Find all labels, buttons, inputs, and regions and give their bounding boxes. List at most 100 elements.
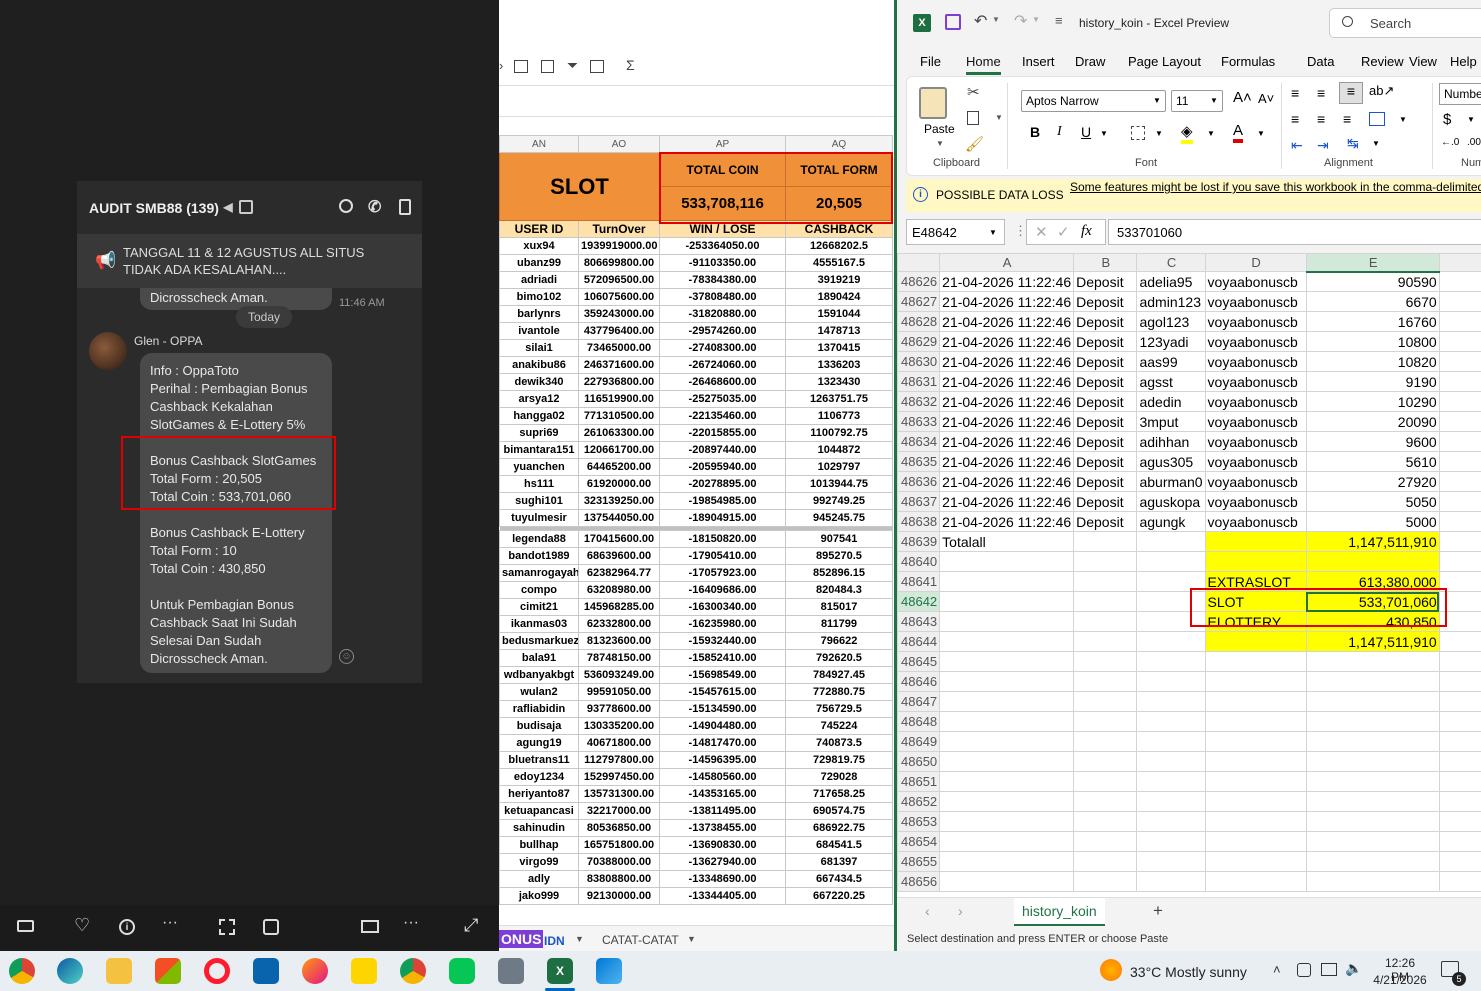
cell[interactable] <box>1073 651 1138 672</box>
row-header[interactable]: 48644 <box>897 631 941 652</box>
cell[interactable]: 16760 <box>1305 311 1440 332</box>
table-cell[interactable]: 1939919000.00 <box>578 237 660 255</box>
table-cell[interactable]: bedusmarkuez <box>499 632 579 650</box>
chevron-down-icon[interactable]: ▼ <box>1032 15 1040 24</box>
cell[interactable] <box>1136 671 1206 692</box>
cell[interactable]: Deposit <box>1073 451 1138 472</box>
add-sheet-icon[interactable]: + <box>1153 901 1163 921</box>
cell[interactable] <box>1204 551 1307 572</box>
row-header[interactable]: 48654 <box>897 831 941 852</box>
cell[interactable] <box>1204 631 1307 652</box>
table-cell[interactable]: -22015855.00 <box>659 424 786 442</box>
chevron-down-icon[interactable]: ▼ <box>992 15 1000 24</box>
cell[interactable]: agus305 <box>1136 451 1206 472</box>
cell[interactable]: 5050 <box>1305 491 1440 512</box>
row-header[interactable]: 48637 <box>897 491 941 512</box>
table-cell[interactable]: 170415600.00 <box>578 530 660 548</box>
table-cell[interactable]: 717658.25 <box>785 785 893 803</box>
table-cell[interactable]: 63208980.00 <box>578 581 660 599</box>
chevron-up-icon[interactable]: ˄ <box>1273 962 1281 977</box>
row-header[interactable]: 48640 <box>897 551 941 572</box>
tab-home[interactable]: Home <box>966 54 1001 75</box>
table-cell[interactable]: 152997450.00 <box>578 768 660 786</box>
increase-indent-icon[interactable]: ⇥ <box>1317 137 1329 154</box>
table-cell[interactable]: -14596395.00 <box>659 751 786 769</box>
table-cell[interactable]: ubanz99 <box>499 254 579 272</box>
row-header[interactable]: 48630 <box>897 351 941 372</box>
cell[interactable] <box>1073 631 1138 652</box>
align-right-icon[interactable]: ≡ <box>1343 111 1351 127</box>
table-cell[interactable]: 40671800.00 <box>578 734 660 752</box>
table-cell[interactable]: sughi101 <box>499 492 579 510</box>
edge-icon[interactable] <box>57 958 83 984</box>
table-cell[interactable]: 945245.75 <box>785 509 893 527</box>
cell[interactable]: 6670 <box>1305 291 1440 312</box>
decimal-icon[interactable]: .00 <box>1467 137 1481 148</box>
col-header[interactable]: AP <box>659 135 786 153</box>
row-header[interactable]: 48627 <box>897 291 941 312</box>
table-cell[interactable]: -15457615.00 <box>659 683 786 701</box>
cell[interactable] <box>1305 851 1440 872</box>
table-cell[interactable]: 227936800.00 <box>578 373 660 391</box>
cell[interactable] <box>939 791 1075 812</box>
sheet-tab-active[interactable]: history_koin <box>1014 898 1105 926</box>
cell[interactable]: 21-04-2026 11:22:46 <box>939 371 1075 392</box>
table-cell[interactable]: 323139250.00 <box>578 492 660 510</box>
cell[interactable] <box>1438 831 1481 852</box>
pinned-announcement[interactable]: 📢 TANGGAL 11 & 12 AGUSTUS ALL SITUS TIDA… <box>77 234 422 288</box>
cell[interactable] <box>1305 751 1440 772</box>
table-cell[interactable]: hs111 <box>499 475 579 493</box>
cell[interactable]: 21-04-2026 11:22:46 <box>939 291 1075 312</box>
calculator-icon[interactable] <box>498 958 524 984</box>
avatar[interactable] <box>89 332 127 370</box>
chevron-down-icon[interactable]: ▼ <box>1467 115 1475 124</box>
cell[interactable] <box>1073 771 1138 792</box>
table-cell[interactable]: -16409686.00 <box>659 581 786 599</box>
cell[interactable] <box>939 651 1075 672</box>
cell[interactable] <box>1438 811 1481 832</box>
cell[interactable]: voyaabonuscb <box>1204 331 1307 352</box>
table-cell[interactable]: jako999 <box>499 887 579 905</box>
cell[interactable]: 1,147,511,910 <box>1305 531 1440 552</box>
cell[interactable]: 10820 <box>1305 351 1440 372</box>
table-cell[interactable]: -17905410.00 <box>659 547 786 565</box>
more-options-icon[interactable]: ··· <box>403 914 419 932</box>
decrease-indent-icon[interactable]: ⇤ <box>1291 137 1303 154</box>
cell[interactable]: Deposit <box>1073 411 1138 432</box>
col-header[interactable]: C <box>1136 253 1206 272</box>
table-cell[interactable]: 70388000.00 <box>578 853 660 871</box>
cell[interactable]: 21-04-2026 11:22:46 <box>939 491 1075 512</box>
cell[interactable]: 10290 <box>1305 391 1440 412</box>
comment-icon[interactable] <box>514 60 528 73</box>
cell[interactable]: admin123 <box>1136 291 1206 312</box>
table-cell[interactable]: -25275035.00 <box>659 390 786 408</box>
wrap-merge-icon[interactable] <box>1369 112 1385 126</box>
tab-draw[interactable]: Draw <box>1075 54 1105 69</box>
table-cell[interactable]: -18150820.00 <box>659 530 786 548</box>
tab-insert[interactable]: Insert <box>1022 54 1055 69</box>
row-header[interactable]: 48650 <box>897 751 941 772</box>
cell[interactable] <box>1438 351 1481 372</box>
cell[interactable] <box>1438 311 1481 332</box>
cell[interactable]: aguskopa <box>1136 491 1206 512</box>
cell[interactable]: voyaabonuscb <box>1204 491 1307 512</box>
info-icon[interactable]: i <box>119 919 135 935</box>
cell[interactable]: voyaabonuscb <box>1204 271 1307 292</box>
cell[interactable] <box>1204 651 1307 672</box>
more-icon[interactable]: ··· <box>162 914 178 932</box>
table-cell[interactable]: -18904915.00 <box>659 509 786 527</box>
cell[interactable]: voyaabonuscb <box>1204 511 1307 532</box>
table-cell[interactable]: 740873.5 <box>785 734 893 752</box>
cell[interactable] <box>1073 851 1138 872</box>
table-cell[interactable]: 145968285.00 <box>578 598 660 616</box>
cell[interactable] <box>1204 671 1307 692</box>
table-cell[interactable]: 1263751.75 <box>785 390 893 408</box>
row-header[interactable]: 48651 <box>897 771 941 792</box>
table-cell[interactable]: 99591050.00 <box>578 683 660 701</box>
cell[interactable] <box>1438 491 1481 512</box>
table-cell[interactable]: 73465000.00 <box>578 339 660 357</box>
redo-icon[interactable]: ↷ <box>1014 11 1027 31</box>
cell[interactable]: voyaabonuscb <box>1204 351 1307 372</box>
cell[interactable] <box>1305 671 1440 692</box>
table-cell[interactable]: -20897440.00 <box>659 441 786 459</box>
